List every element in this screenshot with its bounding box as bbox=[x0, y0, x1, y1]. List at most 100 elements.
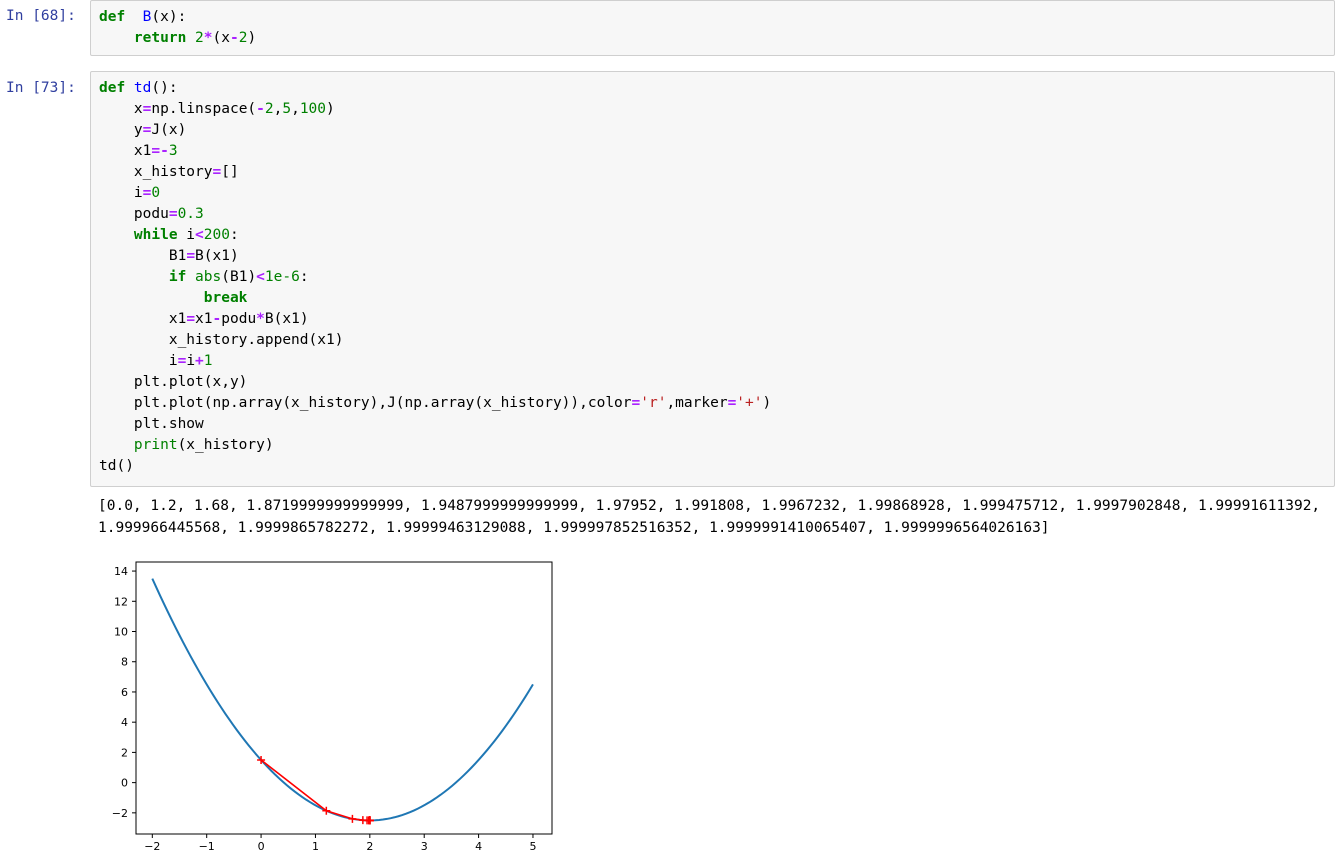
code-token: (): bbox=[151, 80, 178, 96]
code-token: = bbox=[177, 353, 187, 369]
code-token: (x_history) bbox=[177, 437, 274, 453]
code-token: - bbox=[212, 311, 222, 327]
code-token: , bbox=[291, 101, 300, 117]
code-token: td() bbox=[99, 458, 134, 474]
code-token: = bbox=[631, 395, 641, 411]
code-token: 200 bbox=[203, 227, 230, 243]
code-token: B1 bbox=[99, 248, 187, 264]
code-line: print(x_history) bbox=[99, 435, 274, 456]
code-token: : bbox=[229, 227, 239, 243]
code-token: ) bbox=[247, 30, 257, 46]
code-line: x_history=[] bbox=[99, 162, 239, 183]
code-token: (x): bbox=[151, 9, 187, 25]
code-token: < bbox=[195, 227, 204, 243]
y-tick-label: 14 bbox=[114, 565, 128, 578]
code-token: x_history bbox=[99, 164, 213, 180]
cell-prompt-73: In [73]: bbox=[6, 80, 76, 96]
code-token: y bbox=[99, 122, 143, 138]
code-token: i bbox=[186, 353, 196, 369]
code-line: x1=-3 bbox=[99, 141, 178, 162]
code-line: x=np.linspace(-2,5,100) bbox=[99, 99, 335, 120]
code-line: x1=x1-podu*B(x1) bbox=[99, 309, 309, 330]
cell-prompt-68: In [68]: bbox=[6, 8, 76, 24]
code-line: break bbox=[99, 288, 248, 309]
code-line: podu=0.3 bbox=[99, 204, 204, 225]
code-line: td() bbox=[99, 456, 134, 477]
x-tick-label: 2 bbox=[366, 840, 373, 853]
code-token: * bbox=[203, 30, 213, 46]
code-token: 0 bbox=[151, 185, 161, 201]
code-token: = bbox=[212, 164, 222, 180]
code-line: if abs(B1)<1e-6: bbox=[99, 267, 309, 288]
code-token: plt.plot(x,y) bbox=[99, 374, 248, 390]
code-token: '+' bbox=[736, 395, 763, 411]
code-token: podu bbox=[99, 206, 169, 222]
code-line: plt.plot(np.array(x_history),J(np.array(… bbox=[99, 393, 771, 414]
code-token: - bbox=[256, 101, 265, 117]
code-token: break bbox=[203, 290, 248, 306]
code-line: return 2*(x-2) bbox=[99, 28, 256, 49]
code-token: 1 bbox=[203, 353, 213, 369]
x-tick-label: 1 bbox=[312, 840, 319, 853]
code-token: 'r' bbox=[640, 395, 667, 411]
code-token: i bbox=[177, 227, 196, 243]
code-token: x1 bbox=[99, 143, 152, 159]
code-line: plt.show bbox=[99, 414, 204, 435]
code-line: while i<200: bbox=[99, 225, 239, 246]
y-tick-label: 4 bbox=[121, 716, 128, 729]
code-token: = bbox=[168, 206, 178, 222]
code-token: < bbox=[256, 269, 265, 285]
code-token: ) bbox=[762, 395, 772, 411]
code-line: y=J(x) bbox=[99, 120, 186, 141]
code-token: (x bbox=[212, 30, 230, 46]
code-token: B(x1) bbox=[195, 248, 239, 264]
code-token: x_history.append(x1) bbox=[99, 332, 344, 348]
code-token: B(x1) bbox=[264, 311, 309, 327]
y-tick-label: −2 bbox=[112, 807, 128, 820]
code-token: ,marker bbox=[666, 395, 728, 411]
x-tick-label: 4 bbox=[475, 840, 482, 853]
code-line: i=i+1 bbox=[99, 351, 213, 372]
code-token: = bbox=[727, 395, 737, 411]
code-token: i bbox=[99, 353, 178, 369]
code-cell-73[interactable]: def td(): x=np.linspace(-2,5,100) y=J(x)… bbox=[90, 71, 1335, 487]
code-line: plt.plot(x,y) bbox=[99, 372, 248, 393]
code-token: (B1) bbox=[221, 269, 257, 285]
code-token: i bbox=[99, 185, 143, 201]
code-token: ) bbox=[326, 101, 335, 117]
code-token: : bbox=[299, 269, 309, 285]
code-token: * bbox=[256, 311, 265, 327]
code-token: 2 bbox=[264, 101, 274, 117]
code-line: def B(x): bbox=[99, 7, 186, 28]
code-token: + bbox=[195, 353, 204, 369]
x-tick-label: 3 bbox=[421, 840, 428, 853]
code-line: def td(): bbox=[99, 78, 178, 99]
code-token: 2 bbox=[195, 30, 204, 46]
output-line-1: [0.0, 1.2, 1.68, 1.8719999999999999, 1.9… bbox=[98, 498, 1321, 514]
output-plot: −2 −1 0 1 2 3 4 5−202468101214 bbox=[112, 561, 553, 853]
output-line-2: 1.999966445568, 1.9999865782272, 1.99999… bbox=[98, 520, 1050, 536]
code-token: J(x) bbox=[151, 122, 187, 138]
descent-marker bbox=[348, 814, 357, 823]
code-token: print bbox=[133, 437, 178, 453]
code-token: podu bbox=[221, 311, 257, 327]
y-tick-label: 10 bbox=[114, 626, 128, 639]
descent-series bbox=[260, 759, 370, 822]
code-token: 100 bbox=[299, 101, 327, 117]
code-token: return bbox=[133, 30, 187, 46]
code-token: 3 bbox=[168, 143, 178, 159]
code-token: plt.plot(np.array(x_history),J(np.array(… bbox=[99, 395, 632, 411]
code-cell-68[interactable]: def B(x): return 2*(x-2) bbox=[90, 0, 1335, 56]
y-tick-label: 6 bbox=[121, 686, 128, 699]
x-tick-label: 5 bbox=[529, 840, 536, 853]
code-token: while bbox=[133, 227, 178, 243]
y-tick-label: 2 bbox=[121, 746, 128, 759]
code-token: =- bbox=[151, 143, 169, 159]
code-token: [] bbox=[221, 164, 239, 180]
code-token: abs bbox=[195, 269, 222, 285]
code-token: 5 bbox=[282, 101, 292, 117]
code-token: def bbox=[99, 9, 126, 25]
